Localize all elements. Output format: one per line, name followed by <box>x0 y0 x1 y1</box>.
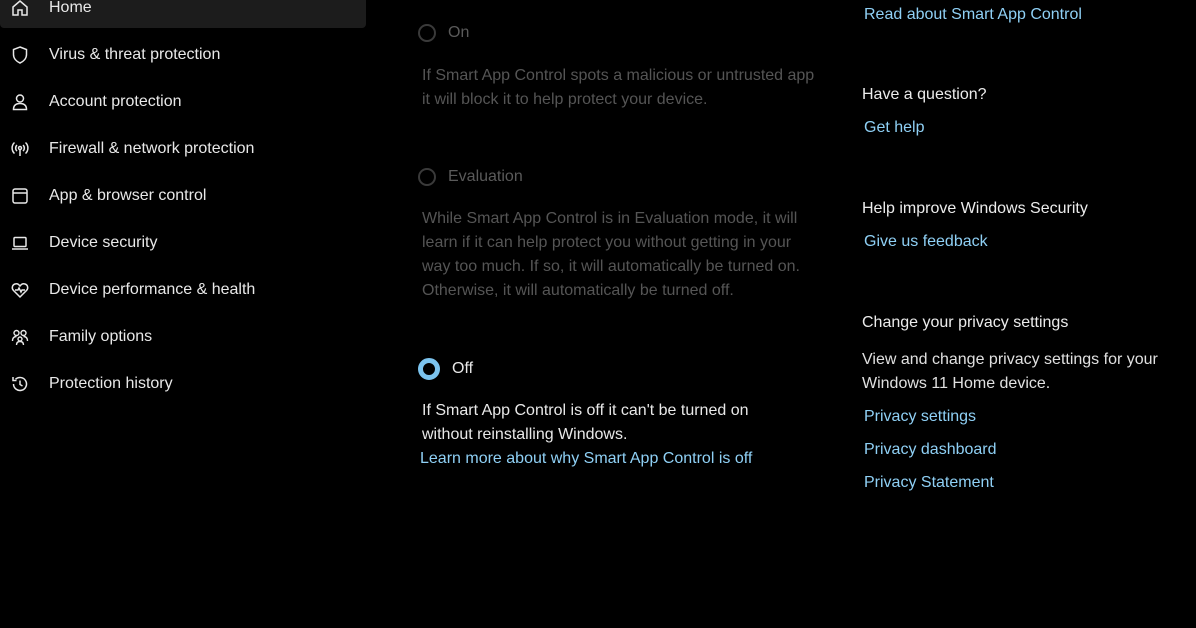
radio-on[interactable]: On <box>418 24 469 42</box>
sidebar-item-protection-history[interactable]: Protection history <box>0 364 366 404</box>
sidebar-item-label: App & browser control <box>49 187 207 204</box>
radio-off[interactable]: Off <box>418 358 473 380</box>
sidebar-item-firewall-network-protection[interactable]: Firewall & network protection <box>0 129 366 169</box>
sidebar-item-family-options[interactable]: Family options <box>0 317 366 357</box>
help-improve-heading: Help improve Windows Security <box>862 200 1088 217</box>
have-a-question-heading: Have a question? <box>862 86 987 103</box>
family-icon <box>9 326 31 348</box>
person-icon <box>9 91 31 113</box>
radio-button-on[interactable] <box>418 24 436 42</box>
history-icon <box>9 373 31 395</box>
radio-off-description: If Smart App Control is off it can't be … <box>420 399 822 471</box>
laptop-icon <box>9 232 31 254</box>
sidebar-item-device-security[interactable]: Device security <box>0 223 366 263</box>
sidebar-nav: Home Virus & threat protection Account p… <box>0 0 370 628</box>
privacy-dashboard-link[interactable]: Privacy dashboard <box>864 441 997 459</box>
antenna-icon <box>9 138 31 160</box>
sidebar-item-device-performance-health[interactable]: Device performance & health <box>0 270 366 310</box>
off-description-text: If Smart App Control is off it can't be … <box>422 402 749 443</box>
smart-app-control-options: On If Smart App Control spots a maliciou… <box>418 0 828 628</box>
radio-evaluation[interactable]: Evaluation <box>418 168 523 186</box>
radio-on-label: On <box>448 24 470 41</box>
privacy-settings-link[interactable]: Privacy settings <box>864 408 976 426</box>
sidebar-item-virus-threat-protection[interactable]: Virus & threat protection <box>0 35 366 75</box>
privacy-settings-heading: Change your privacy settings <box>862 314 1069 331</box>
read-about-smart-app-control-link[interactable]: Read about Smart App Control <box>864 6 1082 24</box>
home-icon <box>9 0 31 19</box>
sidebar-item-label: Device security <box>49 234 158 251</box>
shield-icon <box>9 44 31 66</box>
related-info-panel: Read about Smart App Control Have a ques… <box>862 0 1192 628</box>
sidebar-item-account-protection[interactable]: Account protection <box>0 82 366 122</box>
app-window-icon <box>9 185 31 207</box>
sidebar-item-home[interactable]: Home <box>0 0 366 28</box>
sidebar-item-label: Virus & threat protection <box>49 46 221 63</box>
radio-evaluation-label: Evaluation <box>448 168 523 185</box>
radio-button-evaluation[interactable] <box>418 168 436 186</box>
privacy-statement-link[interactable]: Privacy Statement <box>864 474 994 492</box>
sidebar-item-label: Device performance & health <box>49 281 256 298</box>
sidebar-item-label: Protection history <box>49 375 173 392</box>
radio-off-label: Off <box>452 360 474 377</box>
heart-pulse-icon <box>9 279 31 301</box>
windows-security-app: Home Virus & threat protection Account p… <box>0 0 1196 628</box>
radio-button-off[interactable] <box>418 358 440 380</box>
get-help-link[interactable]: Get help <box>864 119 924 137</box>
sidebar-item-label: Family options <box>49 328 153 345</box>
sidebar-item-app-browser-control[interactable]: App & browser control <box>0 176 366 216</box>
privacy-settings-text: View and change privacy settings for you… <box>862 351 1158 392</box>
sidebar-item-label: Firewall & network protection <box>49 140 255 157</box>
sidebar-item-label: Home <box>49 0 92 16</box>
radio-on-description: If Smart App Control spots a malicious o… <box>422 67 815 108</box>
give-feedback-link[interactable]: Give us feedback <box>864 233 988 251</box>
radio-evaluation-description: While Smart App Control is in Evaluation… <box>422 210 800 299</box>
learn-more-link[interactable]: Learn more about why Smart App Control i… <box>420 447 822 471</box>
sidebar-item-label: Account protection <box>49 93 182 110</box>
